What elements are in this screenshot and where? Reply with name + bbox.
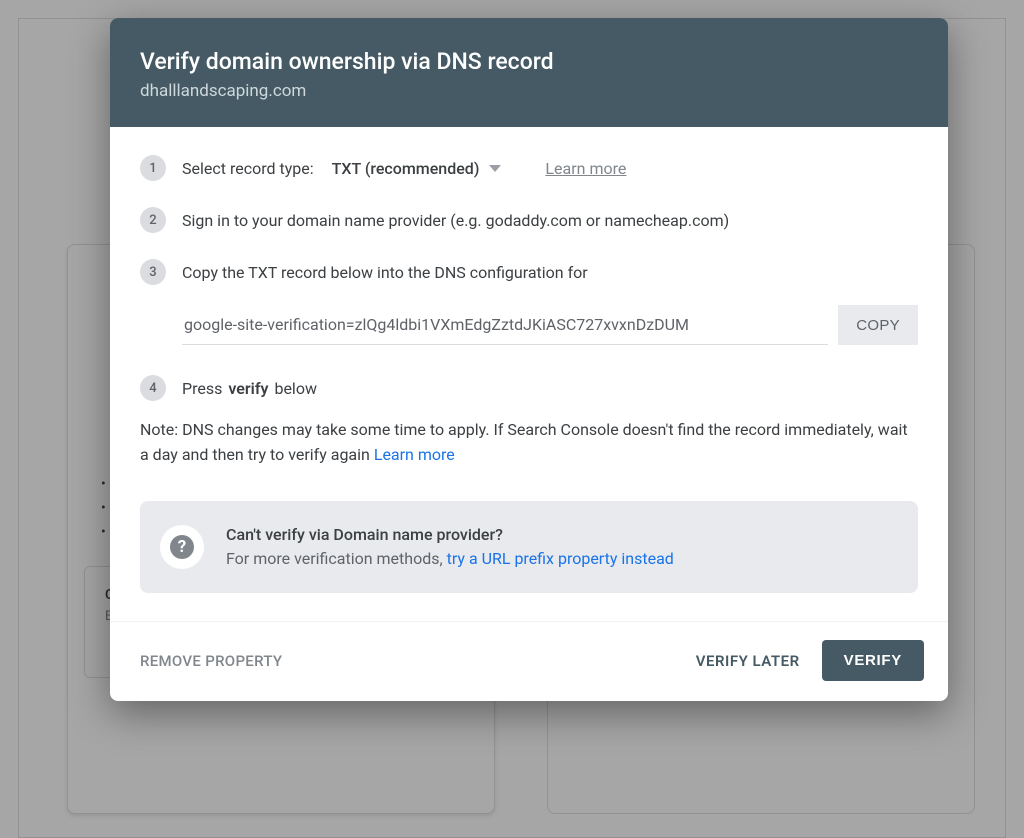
dialog-header: Verify domain ownership via DNS record d… (110, 18, 948, 127)
step-number: 1 (140, 155, 166, 181)
step-4: 4 Press verify below (140, 375, 918, 401)
record-type-dropdown[interactable]: TXT (recommended) (332, 159, 502, 178)
step-4-text: Press verify below (182, 379, 317, 398)
step-3: 3 Copy the TXT record below into the DNS… (140, 259, 918, 285)
remove-property-button[interactable]: REMOVE PROPERTY (140, 652, 282, 670)
alt-title: Can't verify via Domain name provider? (226, 523, 674, 547)
chevron-down-icon (489, 165, 501, 172)
note-text: Note: DNS changes may take some time to … (140, 420, 908, 464)
step-4-pre: Press (182, 379, 222, 398)
dialog-body: 1 Select record type: TXT (recommended) … (110, 127, 948, 621)
learn-more-link-blue[interactable]: Learn more (374, 445, 455, 464)
step-number: 2 (140, 207, 166, 233)
step-number: 3 (140, 259, 166, 285)
verify-later-button[interactable]: VERIFY LATER (696, 652, 800, 670)
dialog-domain: dhalllandscaping.com (140, 81, 918, 101)
step-4-post: below (274, 379, 317, 398)
cant-verify-box: ? Can't verify via Domain name provider?… (140, 501, 918, 593)
step-2-text: Sign in to your domain name provider (e.… (182, 211, 729, 230)
step-1-content: Select record type: TXT (recommended) Le… (182, 159, 626, 178)
alt-sub-pre: For more verification methods, (226, 549, 447, 568)
txt-record-input[interactable] (182, 305, 828, 345)
url-prefix-link[interactable]: try a URL prefix property instead (447, 549, 674, 568)
help-icon: ? (170, 535, 194, 559)
record-type-value: TXT (recommended) (332, 159, 480, 178)
step-1: 1 Select record type: TXT (recommended) … (140, 155, 918, 181)
step-3-text: Copy the TXT record below into the DNS c… (182, 263, 588, 282)
dns-note: Note: DNS changes may take some time to … (140, 417, 918, 467)
copy-button[interactable]: COPY (838, 305, 918, 345)
step-4-bold: verify (228, 379, 268, 398)
alt-subtitle: For more verification methods, try a URL… (226, 547, 674, 571)
step-1-label: Select record type: (182, 159, 314, 178)
txt-record-row: COPY (182, 305, 918, 345)
learn-more-link[interactable]: Learn more (545, 159, 626, 178)
dialog-title: Verify domain ownership via DNS record (140, 48, 918, 75)
step-number: 4 (140, 375, 166, 401)
step-2: 2 Sign in to your domain name provider (… (140, 207, 918, 233)
help-icon-circle: ? (160, 525, 204, 569)
verify-domain-dialog: Verify domain ownership via DNS record d… (110, 18, 948, 701)
alt-text: Can't verify via Domain name provider? F… (226, 523, 674, 571)
dialog-footer: REMOVE PROPERTY VERIFY LATER VERIFY (110, 621, 948, 701)
verify-button[interactable]: VERIFY (822, 640, 924, 681)
